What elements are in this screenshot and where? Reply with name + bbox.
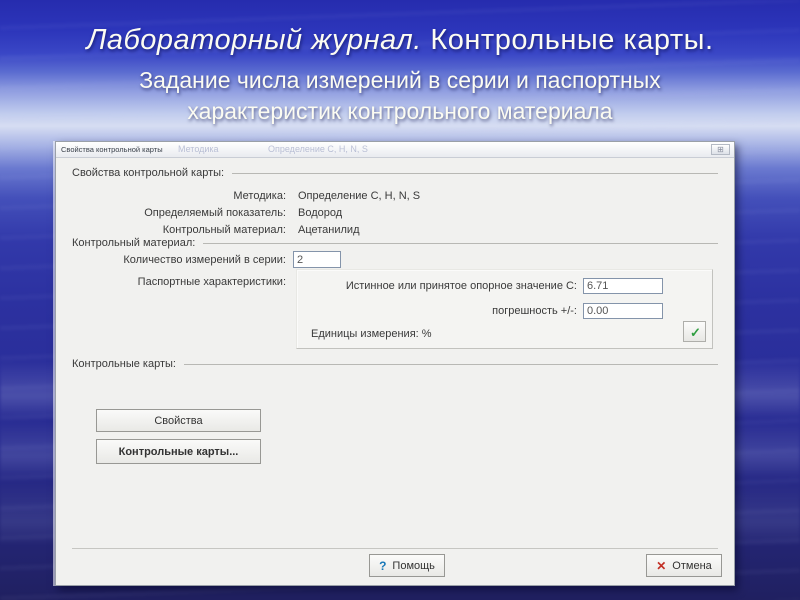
window-control-icon[interactable]: ⊞ xyxy=(711,144,730,155)
units-label: Единицы измерения: % xyxy=(311,328,432,340)
check-icon: ✓ xyxy=(690,325,701,340)
material-label: Контрольный материал: xyxy=(162,224,286,236)
prop-row-analyte: Определяемый показатель: Водород xyxy=(72,207,342,219)
tolerance-row: погрешность +/-: xyxy=(297,303,663,319)
slide-title-italic-part: Лабораторный журнал. xyxy=(86,24,422,56)
properties-button[interactable]: Свойства xyxy=(96,409,261,432)
group-rule xyxy=(203,242,718,244)
slide-heading: Лабораторный журнал. Контрольные карты. … xyxy=(0,24,800,127)
cancel-button-label: Отмена xyxy=(672,559,712,572)
analyte-value: Водород xyxy=(298,207,343,219)
group-header-control-material: Контрольный материал: xyxy=(72,237,718,249)
group-header-control-charts: Контрольные карты: xyxy=(72,358,718,370)
method-label: Методика: xyxy=(233,190,286,202)
tolerance-label: погрешность +/-: xyxy=(492,305,577,317)
material-value: Ацетанилид xyxy=(298,224,360,236)
reference-value-label: Истинное или принятое опорное значение C… xyxy=(345,280,577,292)
passport-row: Паспортные характеристики: xyxy=(72,276,286,288)
series-count-input[interactable] xyxy=(293,251,341,268)
titlebar-ghost-text-1: Методика xyxy=(178,144,219,154)
method-value: Определение C, H, N, S xyxy=(298,190,421,202)
group-rule xyxy=(183,363,718,365)
help-question-icon: ? xyxy=(379,558,387,573)
passport-characteristics-panel: Истинное или принятое опорное значение C… xyxy=(296,269,713,349)
dialog-titlebar[interactable]: Свойства контрольной карты Методика Опре… xyxy=(56,142,734,158)
control-charts-button[interactable]: Контрольные карты... xyxy=(96,439,261,464)
apply-check-button[interactable]: ✓ xyxy=(683,321,706,342)
group-rule xyxy=(232,172,718,174)
reference-value-input[interactable] xyxy=(583,278,663,294)
dialog-title: Свойства контрольной карты xyxy=(61,145,163,154)
analyte-label: Определяемый показатель: xyxy=(144,207,286,219)
slide-title-regular-part: Контрольные карты. xyxy=(421,24,714,56)
group-header-control-charts-label: Контрольные карты: xyxy=(72,358,176,370)
reference-value-row: Истинное или принятое опорное значение C… xyxy=(297,278,663,294)
slide-subtitle: Задание числа измерений в серии и паспор… xyxy=(139,67,661,125)
help-button-label: Помощь xyxy=(392,559,435,572)
slide-title-line1: Лабораторный журнал. Контрольные карты. xyxy=(0,24,800,57)
passport-label: Паспортные характеристики: xyxy=(137,276,286,288)
prop-row-method: Методика: Определение C, H, N, S xyxy=(72,190,420,202)
prop-row-material: Контрольный материал: Ацетанилид xyxy=(72,224,360,236)
group-header-card-props: Свойства контрольной карты: xyxy=(72,167,718,179)
control-chart-properties-dialog: Свойства контрольной карты Методика Опре… xyxy=(55,141,735,586)
tolerance-input[interactable] xyxy=(583,303,663,319)
series-count-label: Количество измерений в серии: xyxy=(123,254,286,266)
titlebar-ghost-text-2: Определение C, H, N, S xyxy=(268,144,368,154)
cancel-x-icon: ✕ xyxy=(656,558,667,573)
help-button[interactable]: ? Помощь xyxy=(369,554,445,577)
group-header-card-props-label: Свойства контрольной карты: xyxy=(72,167,225,179)
footer-divider xyxy=(72,548,718,549)
group-header-control-material-label: Контрольный материал: xyxy=(72,237,196,249)
cancel-button[interactable]: ✕ Отмена xyxy=(646,554,722,577)
presentation-slide: Лабораторный журнал. Контрольные карты. … xyxy=(0,0,800,600)
